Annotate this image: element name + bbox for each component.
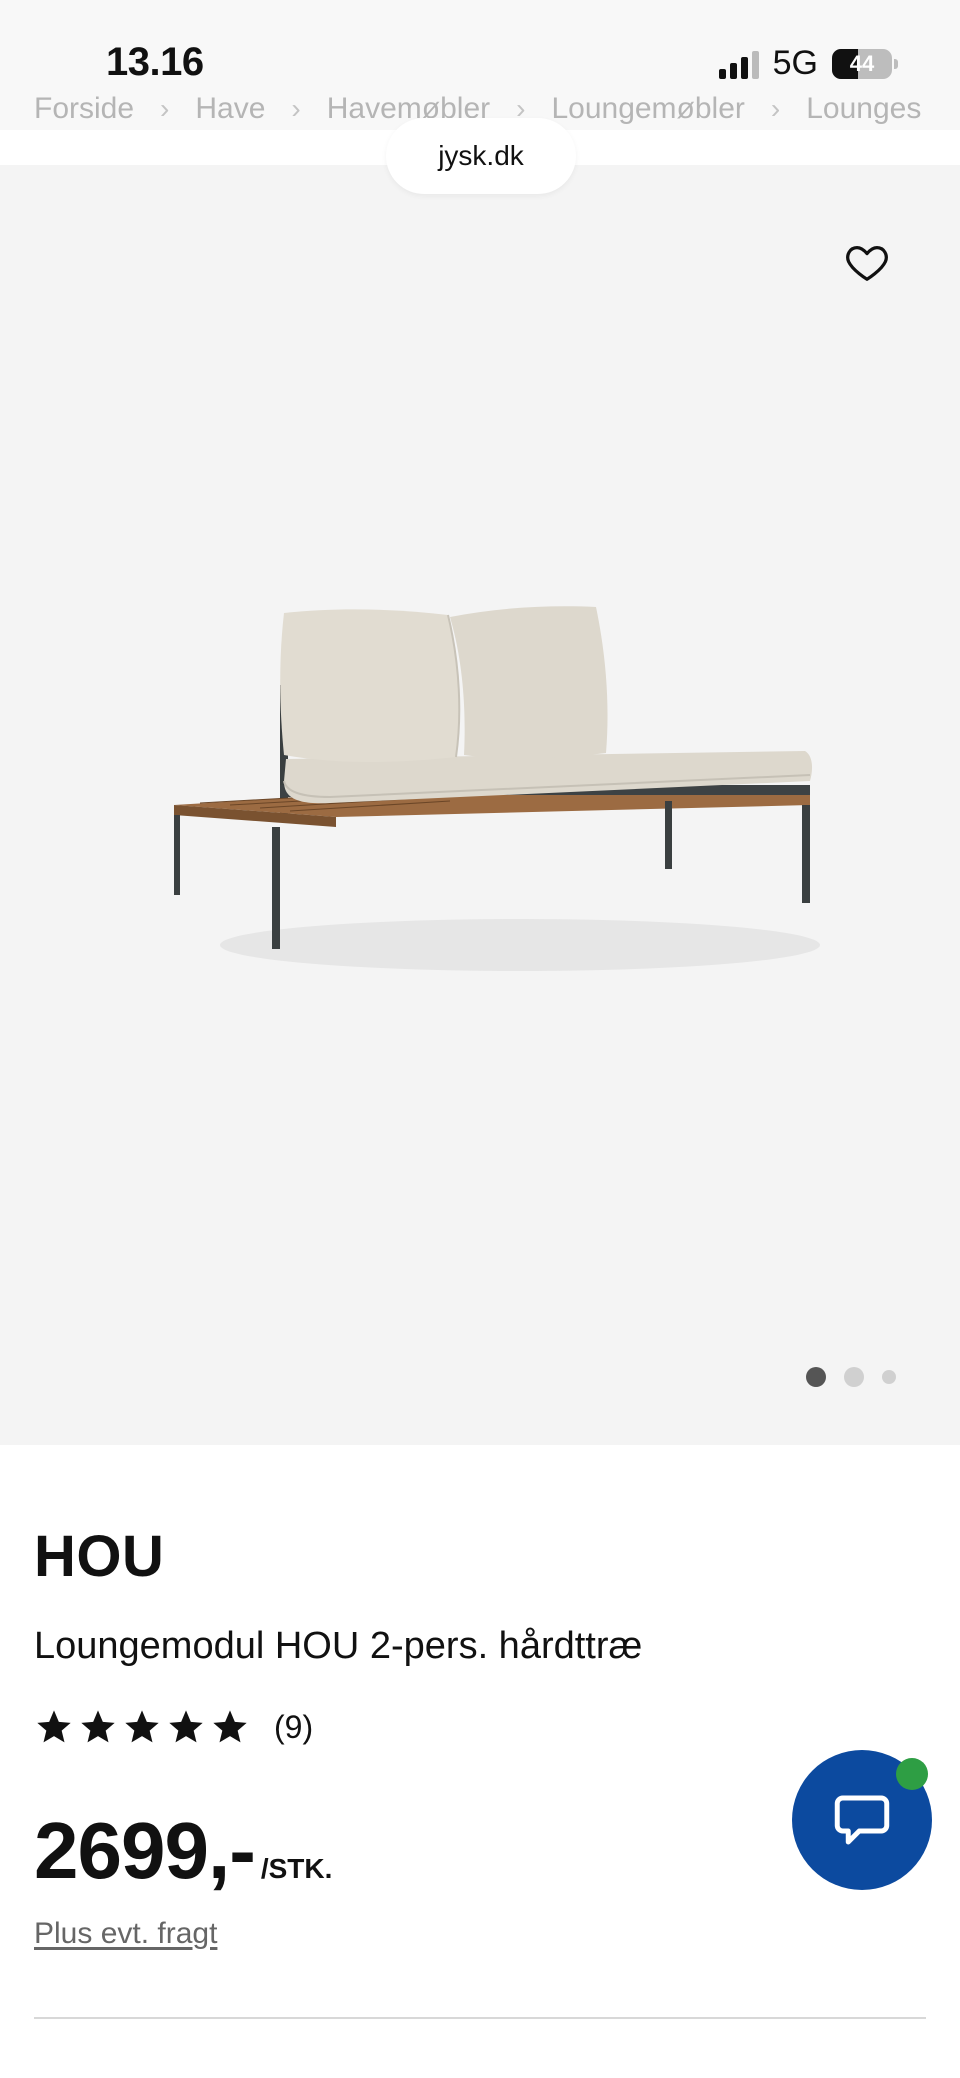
breadcrumb-item-lounges[interactable]: Lounges <box>806 92 921 126</box>
battery-level: 44 <box>849 50 875 76</box>
rating-stars <box>34 1707 250 1747</box>
star-icon <box>81 1710 115 1743</box>
star-icon <box>125 1710 159 1743</box>
gallery-dot-3[interactable] <box>882 1370 896 1384</box>
price-unit: /STK. <box>260 1853 333 1884</box>
star-icon <box>213 1710 247 1743</box>
price-amount: 2699,- <box>34 1806 256 1895</box>
product-rating[interactable]: (9) <box>34 1707 313 1747</box>
chevron-right-icon: › <box>291 93 301 124</box>
chat-bubble-icon <box>834 1795 890 1845</box>
cellular-signal-icon <box>718 49 759 79</box>
product-price: 2699,- /STK. <box>34 1805 332 1897</box>
product-image-gallery[interactable] <box>0 165 960 1445</box>
product-name: Loungemodul HOU 2-pers. hårdttræ <box>34 1625 643 1667</box>
star-icon <box>169 1710 203 1743</box>
chevron-right-icon: › <box>770 93 781 124</box>
chevron-right-icon: › <box>160 93 170 124</box>
status-indicators: 5G 44 <box>718 44 898 83</box>
product-brand: HOU <box>34 1524 165 1589</box>
favorite-button[interactable] <box>844 239 890 285</box>
battery-icon: 44 <box>832 48 892 79</box>
url-pill[interactable]: jysk.dk <box>386 118 576 194</box>
chat-online-indicator <box>896 1758 928 1790</box>
status-time: 13.16 <box>106 40 204 84</box>
review-count[interactable]: (9) <box>274 1709 313 1746</box>
freight-link[interactable]: Plus evt. fragt <box>34 1917 217 1951</box>
breadcrumb-item-forside[interactable]: Forside <box>34 92 134 126</box>
url-text: jysk.dk <box>438 140 524 171</box>
gallery-dot-2[interactable] <box>844 1367 864 1387</box>
gallery-pagination <box>806 1367 896 1387</box>
divider <box>34 2017 926 2019</box>
star-icon <box>37 1710 71 1743</box>
product-image <box>174 606 820 971</box>
breadcrumb-item-loungemobler[interactable]: Loungemøbler <box>551 92 744 126</box>
network-type: 5G <box>772 44 818 82</box>
breadcrumb-item-have[interactable]: Have <box>195 92 265 126</box>
battery-tip <box>894 58 898 69</box>
gallery-dot-1[interactable] <box>806 1367 826 1387</box>
heart-outline-icon <box>846 245 888 281</box>
